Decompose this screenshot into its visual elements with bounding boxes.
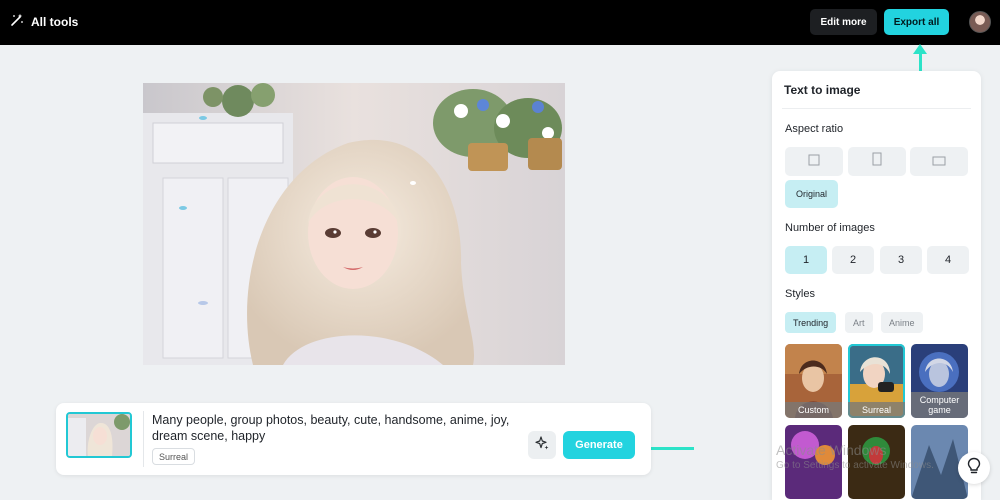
number-option-4[interactable]: 4 [927, 246, 969, 274]
portrait-ratio-icon [872, 152, 882, 171]
help-button[interactable] [958, 452, 990, 484]
lightbulb-icon [966, 457, 982, 480]
activate-windows-watermark: Activate Windows [776, 442, 887, 458]
sparkle-icon [534, 435, 550, 456]
prompt-card: Many people, group photos, beauty, cute,… [56, 403, 651, 475]
panel-divider [782, 108, 971, 109]
edit-more-button[interactable]: Edit more [810, 9, 877, 35]
number-option-2[interactable]: 2 [832, 246, 874, 274]
landscape-ratio-icon [932, 153, 946, 171]
generate-button[interactable]: Generate [563, 431, 635, 459]
avatar[interactable] [969, 11, 991, 33]
aspect-ratio-square[interactable] [785, 147, 843, 176]
aspect-ratio-landscape[interactable] [910, 147, 968, 176]
prompt-style-tag[interactable]: Surreal [152, 448, 196, 465]
activate-windows-subtitle: Go to Settings to activate Windows. [776, 460, 934, 471]
style-card-label: Computer game [911, 392, 968, 418]
number-option-1[interactable]: 1 [785, 246, 827, 274]
style-card-custom[interactable]: Custom [785, 344, 842, 418]
style-card-label: Custom [785, 402, 842, 418]
number-option-3[interactable]: 3 [880, 246, 922, 274]
top-bar: All tools Edit more Export all [0, 0, 1000, 45]
aspect-ratio-portrait[interactable] [848, 147, 906, 176]
prompt-input[interactable]: Many people, group photos, beauty, cute,… [152, 412, 522, 444]
magic-wand-icon [10, 13, 24, 30]
style-card-surreal[interactable]: Surreal [848, 344, 905, 418]
number-of-images-label: Number of images [785, 222, 875, 234]
style-tab-art[interactable]: Art [845, 312, 873, 333]
magic-enhance-button[interactable] [528, 431, 556, 459]
style-tab-anime[interactable]: Anime [881, 312, 923, 333]
annotation-arrow-left-shaft [648, 447, 694, 450]
export-all-button[interactable]: Export all [884, 9, 949, 35]
panel-title: Text to image [784, 83, 861, 97]
style-card-computer-game[interactable]: Computer game [911, 344, 968, 418]
all-tools-button[interactable]: All tools [10, 13, 78, 30]
styles-label: Styles [785, 288, 815, 300]
prompt-divider [143, 411, 144, 467]
all-tools-label: All tools [31, 14, 79, 29]
square-ratio-icon [808, 153, 820, 171]
aspect-ratio-original[interactable]: Original [785, 180, 838, 208]
generated-image[interactable] [143, 83, 565, 365]
style-card-label: Surreal [848, 402, 905, 418]
text-to-image-panel: Text to image Aspect ratio Original Numb… [772, 71, 981, 500]
aspect-ratio-label: Aspect ratio [785, 123, 844, 135]
style-tab-trending[interactable]: Trending [785, 312, 837, 333]
prompt-reference-thumbnail[interactable] [66, 412, 132, 458]
